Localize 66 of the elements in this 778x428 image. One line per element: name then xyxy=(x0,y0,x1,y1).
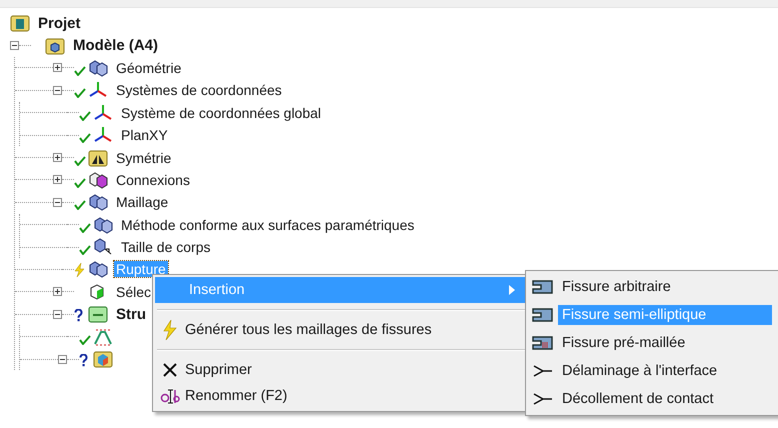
expand-toggle[interactable] xyxy=(53,63,62,72)
tree-item[interactable]: Géométrie xyxy=(114,60,184,76)
check-icon xyxy=(74,88,86,98)
cubes-icon xyxy=(88,193,108,212)
folder-icon xyxy=(10,14,30,32)
check-icon xyxy=(79,334,91,345)
cubes-icon xyxy=(88,58,108,77)
tree-item[interactable]: Connexions xyxy=(114,172,192,188)
menu-item[interactable]: Renommer (F2) xyxy=(155,383,525,409)
tree-item[interactable]: Méthode conforme aux surfaces paramétriques xyxy=(119,216,416,233)
tree-item[interactable]: PlanXY xyxy=(119,127,170,144)
axes-icon xyxy=(93,104,113,122)
cubes-icon xyxy=(88,260,108,278)
cubes-icon xyxy=(88,170,108,189)
crack-icon xyxy=(532,335,554,351)
menu-item[interactable]: Décollement de contact xyxy=(558,389,772,409)
crack-icon xyxy=(532,279,554,295)
check-icon xyxy=(79,245,91,256)
tree-item[interactable]: Système de coordonnées global xyxy=(119,104,324,121)
check-icon xyxy=(79,110,91,121)
collapse-toggle[interactable] xyxy=(53,310,62,319)
folder-icon xyxy=(88,305,108,324)
check-icon xyxy=(74,178,86,188)
fork-icon xyxy=(533,393,553,405)
fork-icon xyxy=(533,365,553,377)
collapse-toggle[interactable] xyxy=(10,41,19,50)
question-icon xyxy=(79,354,88,368)
menu-item[interactable]: Fissure arbitraire xyxy=(558,277,772,297)
submenu-arrow-icon xyxy=(509,285,515,295)
menu-item[interactable]: Fissure pré-maillée xyxy=(558,333,772,353)
expand-toggle[interactable] xyxy=(53,287,62,296)
curve-icon xyxy=(93,328,113,346)
tree-item[interactable]: Systèmes de coordonnées xyxy=(114,82,284,98)
menu-item[interactable]: Supprimer xyxy=(155,357,525,383)
collapse-toggle[interactable] xyxy=(53,198,62,207)
question-icon xyxy=(74,309,83,322)
check-icon xyxy=(74,200,86,210)
tree-item[interactable]: Sélec xyxy=(114,284,154,300)
collapse-toggle[interactable] xyxy=(53,86,62,95)
crack-icon xyxy=(532,307,554,323)
cube-pointer-icon xyxy=(93,238,113,256)
tree-item[interactable]: Maillage xyxy=(114,194,170,210)
close-icon xyxy=(162,362,178,378)
check-icon xyxy=(74,156,86,166)
check-icon xyxy=(79,133,91,144)
menu-item[interactable]: Délaminage à l'interface xyxy=(558,361,772,381)
check-icon xyxy=(79,222,91,233)
rename-icon xyxy=(160,388,180,404)
tree-item[interactable]: Modèle (A4) xyxy=(71,37,160,54)
folder-icon xyxy=(45,36,65,55)
tree-item[interactable]: Symétrie xyxy=(114,150,174,166)
folder-icon xyxy=(93,350,113,368)
collapse-toggle[interactable] xyxy=(58,354,67,364)
tree-item[interactable]: Projet xyxy=(36,14,83,32)
menu-item[interactable]: Générer tous les maillages de fissures xyxy=(155,317,525,343)
symmetry-icon xyxy=(88,148,108,167)
lightning-icon xyxy=(74,263,86,278)
axes-icon xyxy=(93,126,113,144)
expand-toggle[interactable] xyxy=(53,175,62,184)
lightning-icon xyxy=(162,320,178,340)
check-icon xyxy=(74,66,86,76)
cubes-icon xyxy=(93,216,113,234)
tree-item[interactable]: Stru xyxy=(114,306,148,323)
axes-icon xyxy=(88,81,108,100)
expand-toggle[interactable] xyxy=(53,153,62,162)
tree-item[interactable]: Taille de corps xyxy=(119,239,212,256)
